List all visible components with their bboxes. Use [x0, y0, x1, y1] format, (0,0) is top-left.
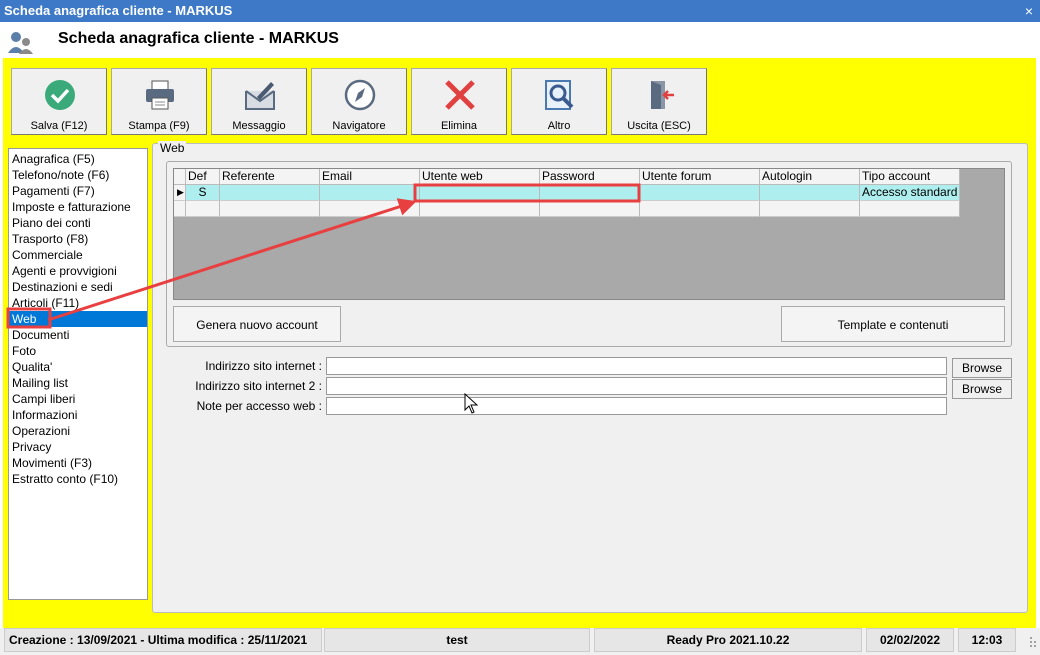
- status-time: 12:03: [958, 628, 1016, 652]
- sidebar-item-trasporto[interactable]: Trasporto (F8): [9, 231, 147, 247]
- grid-header-password[interactable]: Password: [540, 169, 640, 185]
- site2-input[interactable]: [326, 377, 947, 395]
- navigator-label: Navigatore: [332, 120, 386, 132]
- new-row-cell[interactable]: [760, 201, 860, 217]
- print-button[interactable]: Stampa (F9): [111, 68, 207, 135]
- site-input[interactable]: [326, 357, 947, 375]
- grid-cell-autologin[interactable]: [760, 185, 860, 201]
- new-row-cell[interactable]: [860, 201, 960, 217]
- site2-label: Indirizzo sito internet 2 :: [195, 379, 322, 393]
- grid-cell-tipo-account[interactable]: Accesso standard: [860, 185, 960, 201]
- grid-cell-referente[interactable]: [220, 185, 320, 201]
- new-row-cell[interactable]: [540, 201, 640, 217]
- save-button[interactable]: Salva (F12): [11, 68, 107, 135]
- form-header: Scheda anagrafica cliente - MARKUS: [0, 22, 1040, 58]
- status-dates: Creazione : 13/09/2021 - Ultima modifica…: [4, 628, 322, 652]
- grid-cell-utente-web[interactable]: [420, 185, 540, 201]
- window-title-bar: Scheda anagrafica cliente - MARKUS: [0, 0, 1040, 22]
- templates-button[interactable]: Template e contenuti: [781, 306, 1005, 342]
- sidebar-item-web[interactable]: Web: [9, 311, 147, 327]
- grid-header-utente-web[interactable]: Utente web: [420, 169, 540, 185]
- sidebar-item-anagrafica[interactable]: Anagrafica (F5): [9, 151, 147, 167]
- close-icon[interactable]: ×: [1022, 4, 1036, 18]
- new-row-cell[interactable]: [420, 201, 540, 217]
- sidebar-item-pagamenti[interactable]: Pagamenti (F7): [9, 183, 147, 199]
- grid-cell-email[interactable]: [320, 185, 420, 201]
- user-card-icon: [8, 32, 33, 54]
- sidebar-item-qualita[interactable]: Qualita': [9, 359, 147, 375]
- compass-icon: [344, 79, 376, 111]
- delete-button[interactable]: Elimina: [411, 68, 507, 135]
- grid-indicator-header: [174, 169, 186, 185]
- new-row-cell[interactable]: [220, 201, 320, 217]
- checkmark-icon: [45, 80, 75, 110]
- grid-header-email[interactable]: Email: [320, 169, 420, 185]
- sidebar-item-mailing-list[interactable]: Mailing list: [9, 375, 147, 391]
- sidebar-item-telefono-note[interactable]: Telefono/note (F6): [9, 167, 147, 183]
- other-label: Altro: [547, 120, 571, 132]
- status-app-version: Ready Pro 2021.10.22: [594, 628, 862, 652]
- message-button[interactable]: Messaggio: [211, 68, 307, 135]
- window-title: Scheda anagrafica cliente - MARKUS: [4, 3, 233, 18]
- status-user: test: [324, 628, 590, 652]
- browse-site2-button[interactable]: Browse: [952, 379, 1012, 399]
- print-label: Stampa (F9): [128, 120, 190, 132]
- sidebar-item-agenti[interactable]: Agenti e provvigioni: [9, 263, 147, 279]
- grid-header-referente[interactable]: Referente: [220, 169, 320, 185]
- browse-site-button[interactable]: Browse: [952, 358, 1012, 378]
- other-button[interactable]: Altro: [511, 68, 607, 135]
- status-date: 02/02/2022: [866, 628, 954, 652]
- exit-door-icon: [651, 81, 674, 109]
- grid-cell-utente-forum[interactable]: [640, 185, 760, 201]
- grid-header-utente-forum[interactable]: Utente forum: [640, 169, 760, 185]
- grid-header-def[interactable]: Def: [186, 169, 220, 185]
- sidebar-item-destinazioni[interactable]: Destinazioni e sedi: [9, 279, 147, 295]
- message-label: Messaggio: [232, 120, 286, 132]
- grid-header-tipo-account[interactable]: Tipo account: [860, 169, 960, 185]
- save-label: Salva (F12): [30, 120, 88, 132]
- sidebar-item-operazioni[interactable]: Operazioni: [9, 423, 147, 439]
- generate-account-button[interactable]: Genera nuovo account: [173, 306, 341, 342]
- sidebar-item-informazioni[interactable]: Informazioni: [9, 407, 147, 423]
- navigator-button[interactable]: Navigatore: [311, 68, 407, 135]
- sidebar-item-articoli[interactable]: Articoli (F11): [9, 295, 147, 311]
- message-edit-icon: [245, 82, 275, 110]
- exit-label: Uscita (ESC): [627, 120, 691, 132]
- sidebar-item-movimenti[interactable]: Movimenti (F3): [9, 455, 147, 471]
- new-row-cell[interactable]: [320, 201, 420, 217]
- grid-header-autologin[interactable]: Autologin: [760, 169, 860, 185]
- sidebar-item-estratto-conto[interactable]: Estratto conto (F10): [9, 471, 147, 487]
- web-accounts-grid: Def Referente Email Utente web Password …: [173, 168, 1005, 300]
- delete-x-icon: [445, 80, 475, 110]
- new-row-cell[interactable]: [186, 201, 220, 217]
- new-row-indicator: [174, 201, 186, 217]
- new-row-cell[interactable]: [640, 201, 760, 217]
- grid-cell-def[interactable]: S: [186, 185, 220, 201]
- notes-label: Note per accesso web :: [196, 399, 322, 413]
- web-group-legend: Web: [158, 141, 187, 155]
- sidebar-item-campi-liberi[interactable]: Campi liberi: [9, 391, 147, 407]
- site-label: Indirizzo sito internet :: [205, 359, 322, 373]
- sidebar-item-imposte[interactable]: Imposte e fatturazione: [9, 199, 147, 215]
- sidebar-item-foto[interactable]: Foto: [9, 343, 147, 359]
- printer-icon: [146, 80, 174, 110]
- form-title: Scheda anagrafica cliente - MARKUS: [58, 30, 339, 47]
- exit-button[interactable]: Uscita (ESC): [611, 68, 707, 135]
- delete-label: Elimina: [440, 120, 478, 132]
- notes-input[interactable]: [326, 397, 947, 415]
- search-document-icon: [545, 80, 574, 110]
- sidebar-item-piano-conti[interactable]: Piano dei conti: [9, 215, 147, 231]
- row-indicator-icon: ▶: [174, 185, 186, 201]
- sidebar-item-documenti[interactable]: Documenti: [9, 327, 147, 343]
- sidebar-item-commerciale[interactable]: Commerciale: [9, 247, 147, 263]
- section-list: Anagrafica (F5) Telefono/note (F6) Pagam…: [8, 148, 148, 600]
- grid-cell-password[interactable]: [540, 185, 640, 201]
- sidebar-item-privacy[interactable]: Privacy: [9, 439, 147, 455]
